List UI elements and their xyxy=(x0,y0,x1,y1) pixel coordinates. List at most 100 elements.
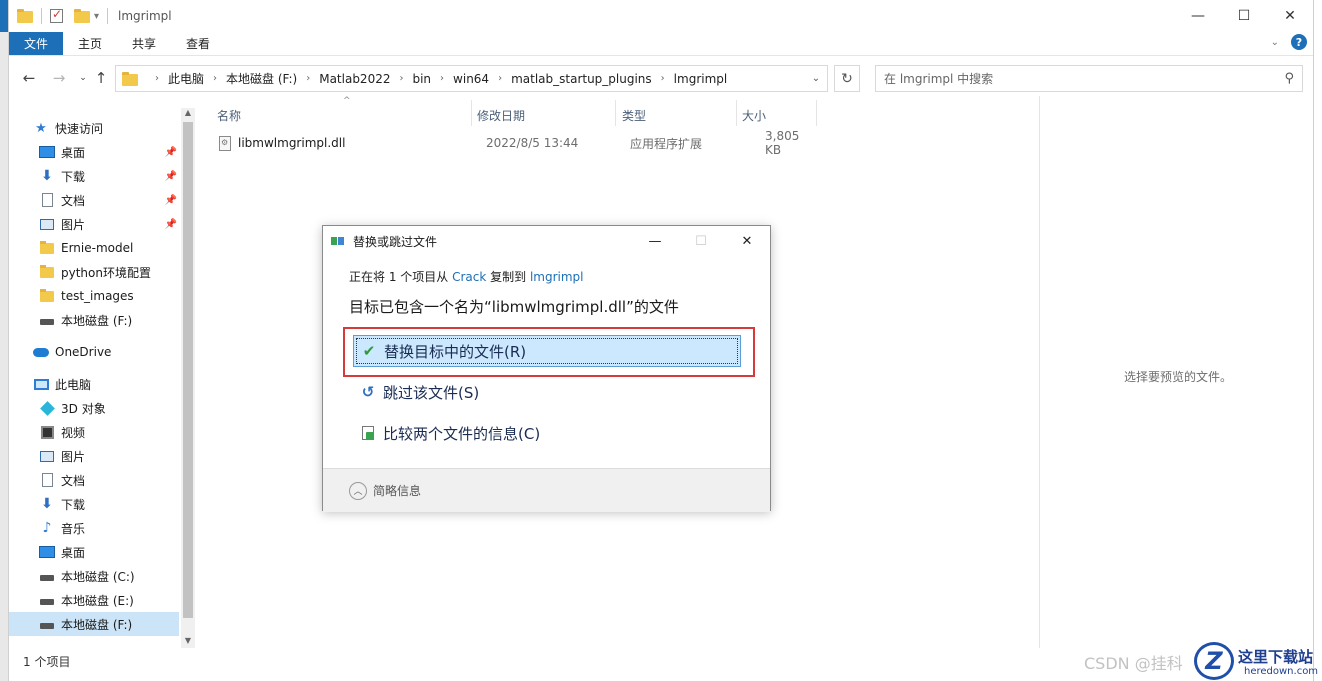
nav-label: 此电脑 xyxy=(55,377,92,392)
new-folder-icon[interactable] xyxy=(74,8,90,24)
window-title: lmgrimpl xyxy=(118,9,172,23)
tab-home[interactable]: 主页 xyxy=(63,32,117,55)
breadcrumb-drive-f[interactable]: 本地磁盘 (F:) xyxy=(226,70,297,87)
properties-icon[interactable] xyxy=(50,7,66,24)
compare-files-option[interactable]: 比较两个文件的信息(C) xyxy=(353,417,741,449)
breadcrumb-this-pc[interactable]: 此电脑 xyxy=(168,70,204,87)
column-divider[interactable] xyxy=(471,100,472,126)
back-arrow-icon[interactable]: ← xyxy=(19,68,39,88)
chevron-up-icon[interactable]: ︿ xyxy=(349,481,367,500)
nav-scrollbar[interactable]: ▲ ▼ xyxy=(181,108,195,648)
recent-locations-icon[interactable]: ⌄ xyxy=(73,68,93,88)
chevron-right-icon[interactable]: › xyxy=(213,73,217,84)
preview-message: 选择要预览的文件。 xyxy=(1123,370,1232,384)
fewer-details-link[interactable]: 简略信息 xyxy=(373,482,421,499)
maximize-button[interactable]: ☐ xyxy=(1221,0,1267,32)
column-divider[interactable] xyxy=(816,100,817,126)
forward-arrow-icon[interactable]: → xyxy=(49,68,69,88)
pin-icon: 📌 xyxy=(164,170,177,182)
compare-icon xyxy=(359,426,377,440)
breadcrumb-win64[interactable]: win64 xyxy=(453,72,489,86)
nav-downloads-pinned[interactable]: ⬇ 下载 📌 xyxy=(39,164,179,188)
separator xyxy=(107,8,109,24)
scroll-thumb[interactable] xyxy=(183,122,193,618)
nav-drive-c[interactable]: 本地磁盘 (C:) xyxy=(39,564,179,588)
chevron-right-icon[interactable]: › xyxy=(399,73,403,84)
background-window-strip xyxy=(0,0,8,681)
replace-or-skip-dialog: 替换或跳过文件 — ☐ ✕ 正在将 1 个项目从 Crack 复制到 lmgri… xyxy=(322,225,771,512)
address-bar[interactable]: › 此电脑 › 本地磁盘 (F:) › Matlab2022 › bin › w… xyxy=(115,65,828,92)
chevron-right-icon[interactable]: › xyxy=(155,73,159,84)
minimize-button[interactable]: — xyxy=(1175,0,1221,32)
3d-object-icon xyxy=(39,400,55,416)
nav-onedrive[interactable]: OneDrive xyxy=(33,340,203,364)
table-row[interactable]: libmwlmgrimpl.dll 2022/8/5 13:44 应用程序扩展 … xyxy=(219,129,819,157)
nav-3d-objects[interactable]: 3D 对象 xyxy=(39,396,179,420)
drive-icon xyxy=(39,616,55,632)
chevron-right-icon[interactable]: › xyxy=(498,73,502,84)
nav-python-config[interactable]: python环境配置 xyxy=(39,260,179,284)
column-header-name[interactable]: 名称 xyxy=(217,104,241,126)
breadcrumb-matlab-startup-plugins[interactable]: matlab_startup_plugins xyxy=(511,72,652,86)
quick-access-dropdown-icon[interactable]: ▾ xyxy=(94,11,99,22)
folder-icon xyxy=(39,288,55,304)
nav-desktop-pinned[interactable]: 桌面 📌 xyxy=(39,140,179,164)
nav-pictures-pinned[interactable]: 图片 📌 xyxy=(39,212,179,236)
nav-drive-f-quick[interactable]: 本地磁盘 (F:) xyxy=(39,308,179,332)
search-input[interactable]: 在 lmgrimpl 中搜索 ⚲ xyxy=(875,65,1303,92)
skip-file-option[interactable]: ↺ 跳过该文件(S) xyxy=(353,376,741,408)
dialog-minimize-button[interactable]: — xyxy=(632,226,678,256)
nav-quick-access[interactable]: ★ 快速访问 xyxy=(33,116,203,140)
breadcrumb-matlab2022[interactable]: Matlab2022 xyxy=(319,72,390,86)
tab-view[interactable]: 查看 xyxy=(171,32,225,55)
nav-label: 音乐 xyxy=(61,521,86,536)
nav-test-images[interactable]: test_images xyxy=(39,284,179,308)
nav-label: 本地磁盘 (F:) xyxy=(61,313,133,328)
up-arrow-icon[interactable]: ↑ xyxy=(91,68,111,88)
tab-share[interactable]: 共享 xyxy=(117,32,171,55)
expand-ribbon-icon[interactable]: ⌄ xyxy=(1271,37,1279,48)
dialog-heading: 目标已包含一个名为“libmwlmgrimpl.dll”的文件 xyxy=(349,298,679,316)
nav-downloads[interactable]: ⬇ 下载 xyxy=(39,492,179,516)
nav-music[interactable]: ♪ 音乐 xyxy=(39,516,179,540)
scroll-down-icon[interactable]: ▼ xyxy=(181,636,195,648)
dialog-close-button[interactable]: ✕ xyxy=(724,226,770,256)
column-header-modified[interactable]: 修改日期 xyxy=(477,104,525,126)
destination-folder-link[interactable]: lmgrimpl xyxy=(530,270,584,284)
replace-file-option[interactable]: ✔ 替换目标中的文件(R) xyxy=(353,335,741,367)
refresh-icon[interactable]: ↻ xyxy=(834,65,860,92)
chevron-right-icon[interactable]: › xyxy=(661,73,665,84)
nav-documents[interactable]: 文档 xyxy=(39,468,179,492)
picture-icon xyxy=(39,216,55,232)
column-divider[interactable] xyxy=(615,100,616,126)
nav-drive-e[interactable]: 本地磁盘 (E:) xyxy=(39,588,179,612)
help-icon[interactable]: ? xyxy=(1291,34,1307,50)
chevron-right-icon[interactable]: › xyxy=(306,73,310,84)
nav-ernie-model[interactable]: Ernie-model xyxy=(39,236,179,260)
breadcrumb-bin[interactable]: bin xyxy=(412,72,431,86)
nav-pictures[interactable]: 图片 xyxy=(39,444,179,468)
column-header-type[interactable]: 类型 xyxy=(622,104,646,126)
music-icon: ♪ xyxy=(42,520,52,536)
nav-desktop[interactable]: 桌面 xyxy=(39,540,179,564)
nav-drive-f[interactable]: 本地磁盘 (F:) xyxy=(9,612,179,636)
column-divider[interactable] xyxy=(736,100,737,126)
copy-middle: 复制到 xyxy=(486,270,530,284)
nav-this-pc[interactable]: 此电脑 xyxy=(33,372,203,396)
source-folder-link[interactable]: Crack xyxy=(452,270,486,284)
close-button[interactable]: ✕ xyxy=(1267,0,1313,32)
nav-label: 桌面 xyxy=(61,545,86,560)
breadcrumb-lmgrimpl[interactable]: lmgrimpl xyxy=(674,72,728,86)
chevron-right-icon[interactable]: › xyxy=(440,73,444,84)
nav-documents-pinned[interactable]: 文档 📌 xyxy=(39,188,179,212)
column-header-size[interactable]: 大小 xyxy=(742,104,766,126)
nav-videos[interactable]: 视频 xyxy=(39,420,179,444)
tab-file[interactable]: 文件 xyxy=(9,32,64,55)
item-count: 1 个项目 xyxy=(23,654,71,669)
address-dropdown-icon[interactable]: ⌄ xyxy=(803,65,829,92)
download-icon: ⬇ xyxy=(41,168,53,184)
scroll-up-icon[interactable]: ▲ xyxy=(181,108,195,120)
folder-icon xyxy=(39,240,55,256)
dialog-window-controls: — ☐ ✕ xyxy=(632,226,770,256)
checkmark-icon: ✔ xyxy=(362,342,376,360)
